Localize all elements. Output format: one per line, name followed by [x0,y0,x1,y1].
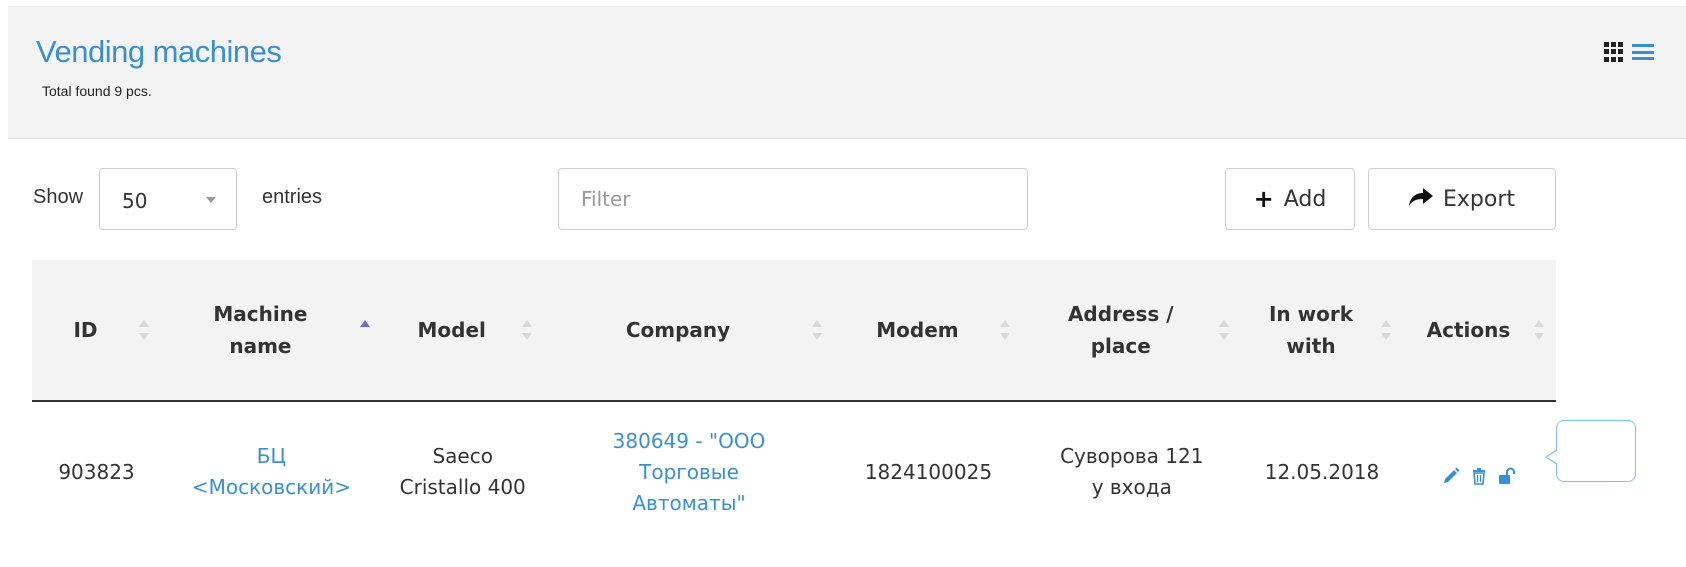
table-row: 903823 БЦ <Московский> Saeco Cristallo 4… [32,401,1556,542]
cell-company: 380649 - "ООО Торговые Автоматы" [544,401,835,542]
cell-address: Суворова 121 у входа [1060,444,1204,499]
sort-ascending-icon [359,320,370,340]
column-header-address[interactable]: Address / place [1022,260,1242,402]
column-header-actions[interactable]: Actions [1402,260,1556,402]
cell-id: 903823 [58,459,135,484]
column-header-modem[interactable]: Modem [834,260,1023,402]
row-actions [1411,463,1548,485]
cell-in-work-with: 12.05.2018 [1264,459,1380,484]
chevron-down-icon [206,197,216,203]
export-button[interactable]: Export [1368,168,1556,230]
page-title: Vending machines [36,34,282,69]
pencil-icon[interactable] [1442,463,1460,483]
column-header-id[interactable]: ID [32,260,161,402]
table-toolbar: Show 50 entries + Add Export [0,168,1686,232]
machines-table: ID Machine name Model Company Modem Addr… [32,260,1556,542]
cell-modem: 1824100025 [864,459,993,484]
view-toggle [1604,42,1654,62]
sort-icon [1000,320,1011,340]
total-found-text: Total found 9 pcs. [42,83,152,99]
sort-icon [139,320,149,340]
sort-icon [1534,320,1544,340]
sort-icon [812,320,823,340]
column-header-model[interactable]: Model [381,260,544,402]
callout-bubble [1545,420,1636,482]
share-icon [1408,187,1433,212]
entries-label: entries [262,186,323,208]
cell-actions [1403,401,1556,542]
column-header-machine-name[interactable]: Machine name [161,260,382,402]
unlock-icon[interactable] [1498,463,1516,484]
column-header-company[interactable]: Company [543,260,835,402]
plus-icon: + [1253,185,1274,213]
sort-icon [1219,320,1230,340]
grid-icon[interactable] [1604,42,1624,62]
machines-table-wrapper: ID Machine name Model Company Modem Addr… [32,260,1686,542]
list-icon[interactable] [1632,42,1654,62]
table-header-row: ID Machine name Model Company Modem Addr… [32,260,1556,402]
cell-model: Saeco Cristallo 400 [399,444,526,499]
page-header: Vending machines Total found 9 pcs. [8,6,1686,139]
column-header-in-work-with[interactable]: In work with [1241,260,1403,402]
page-size-select[interactable]: 50 [99,168,237,230]
page-size-value: 50 [122,189,148,213]
sort-icon [1380,320,1391,340]
filter-input[interactable] [558,168,1028,230]
sort-icon [521,320,532,340]
company-link[interactable]: 380649 - "ООО Торговые Автоматы" [613,429,766,515]
export-button-label: Export [1442,186,1515,212]
trash-icon[interactable] [1470,463,1488,485]
add-button[interactable]: + Add [1225,168,1355,230]
machine-name-link[interactable]: БЦ <Московский> [192,444,351,499]
add-button-label: Add [1283,186,1327,212]
cell-machine-name: БЦ <Московский> [161,401,382,542]
show-label: Show [33,186,84,208]
